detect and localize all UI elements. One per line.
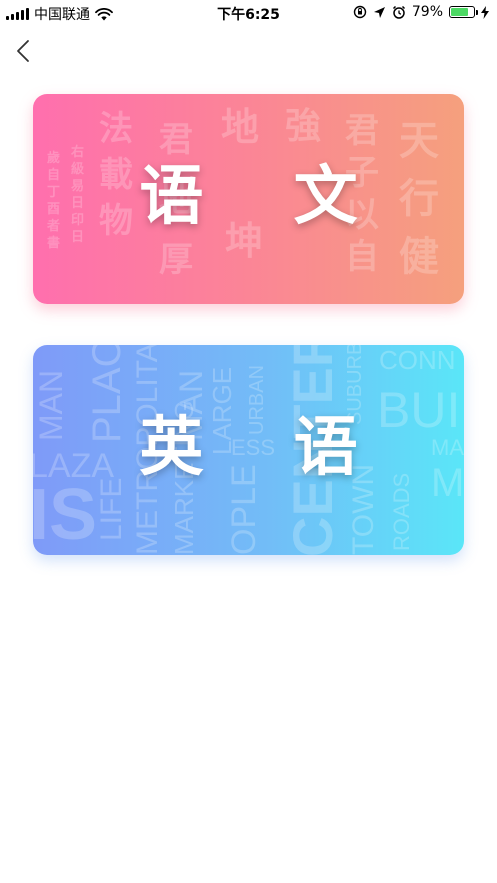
location-icon <box>373 6 385 18</box>
charging-icon <box>481 5 489 19</box>
alarm-icon <box>392 5 405 19</box>
calligraphy-glyph: 地 <box>221 104 260 149</box>
calligraphy-glyph: 強 <box>285 105 322 147</box>
status-right: 79% <box>353 4 489 20</box>
status-bar: 中国联通 下午6:25 79% <box>0 0 497 26</box>
battery-level <box>451 8 468 16</box>
bg-word: CONN <box>379 345 456 375</box>
bg-word: IS <box>33 475 98 555</box>
english-subject-card[interactable]: MAN PLAC LAZA IS LIFE METROPOLITAN MARKE… <box>33 345 464 555</box>
english-card-title: 英 语 <box>139 411 392 485</box>
battery-icon <box>449 6 478 18</box>
bg-word: LIFE <box>95 477 128 541</box>
chinese-subject-card[interactable]: 歲自丁酉者書 右級易日印日 法載物 君地厚 地 坤 強 君子以自 天行健 语 文 <box>33 94 464 304</box>
chevron-left-icon <box>17 40 29 62</box>
battery-percent: 79% <box>411 4 443 20</box>
back-button[interactable] <box>10 36 40 66</box>
rotation-lock-icon <box>353 5 367 19</box>
chinese-card-title: 语 文 <box>139 160 392 234</box>
